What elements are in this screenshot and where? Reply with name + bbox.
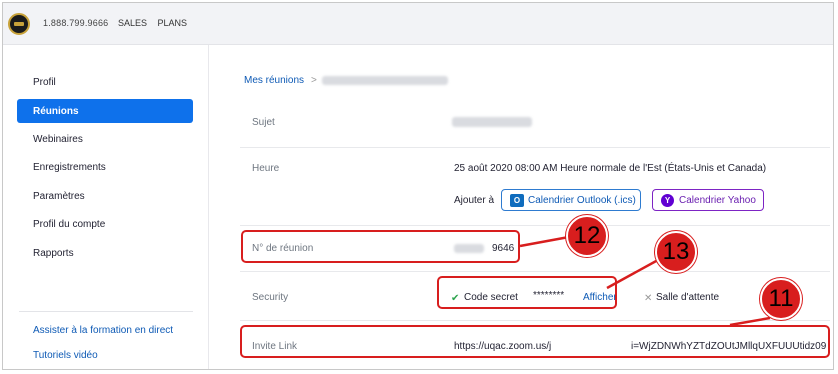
close-icon: ✕	[644, 293, 653, 304]
annotation-box-invite-link	[240, 325, 830, 358]
yahoo-button-label: Calendrier Yahoo	[679, 195, 756, 206]
row-divider	[240, 147, 830, 148]
top-bar: 1.888.799.9666 SALES PLANS	[3, 3, 833, 45]
time-value: 25 août 2020 08:00 AM Heure normale de l…	[454, 163, 767, 174]
app-window: 1.888.799.9666 SALES PLANS Profil Réunio…	[2, 2, 834, 370]
row-divider	[240, 320, 830, 321]
yahoo-calendar-button[interactable]: Y Calendrier Yahoo	[652, 189, 764, 211]
sidebar-divider	[19, 311, 193, 312]
meeting-details: Mes réunions > Sujet Heure 25 août 2020 …	[210, 45, 833, 369]
video-tutorials-link[interactable]: Tutoriels vidéo	[33, 350, 98, 361]
sidebar-item-webinaires[interactable]: Webinaires	[17, 127, 193, 151]
top-nav: SALES PLANS	[118, 18, 195, 28]
row-divider	[240, 271, 830, 272]
yahoo-icon: Y	[661, 194, 674, 207]
security-label: Security	[252, 292, 289, 303]
training-link[interactable]: Assister à la formation en direct	[33, 325, 173, 336]
add-to-label: Ajouter à	[454, 195, 495, 206]
annotation-callout-12: 12	[566, 215, 608, 257]
outlook-calendar-button[interactable]: O Calendrier Outlook (.ics)	[501, 189, 641, 211]
outlook-icon: O	[510, 194, 524, 207]
annotation-box-security	[437, 276, 617, 309]
sidebar-item-rapports[interactable]: Rapports	[17, 241, 193, 265]
sidebar-item-enregistrements[interactable]: Enregistrements	[17, 155, 193, 179]
phone-number[interactable]: 1.888.799.9666	[43, 18, 108, 28]
breadcrumb-separator: >	[311, 75, 317, 86]
row-divider	[240, 225, 830, 226]
subject-label: Sujet	[252, 117, 275, 128]
sidebar-item-profil-compte[interactable]: Profil du compte	[17, 212, 193, 236]
annotation-box-meeting-id	[241, 230, 520, 263]
subject-value-redacted	[452, 117, 532, 127]
sidebar: Profil Réunions Webinaires Enregistremen…	[3, 45, 209, 369]
company-logo[interactable]	[8, 13, 30, 35]
outlook-button-label: Calendrier Outlook (.ics)	[528, 195, 636, 206]
breadcrumb-root[interactable]: Mes réunions	[244, 75, 304, 86]
time-label: Heure	[252, 163, 280, 174]
breadcrumb-current-redacted	[322, 76, 448, 85]
sidebar-item-reunions[interactable]: Réunions	[17, 99, 193, 123]
annotation-callout-11: 11	[760, 278, 802, 320]
annotation-callout-13: 13	[655, 231, 697, 273]
sidebar-item-parametres[interactable]: Paramètres	[17, 184, 193, 208]
waiting-room-label: Salle d'attente	[656, 292, 720, 303]
nav-sales[interactable]: SALES	[118, 18, 147, 28]
nav-plans[interactable]: PLANS	[158, 18, 188, 28]
sidebar-item-profil[interactable]: Profil	[17, 70, 193, 94]
